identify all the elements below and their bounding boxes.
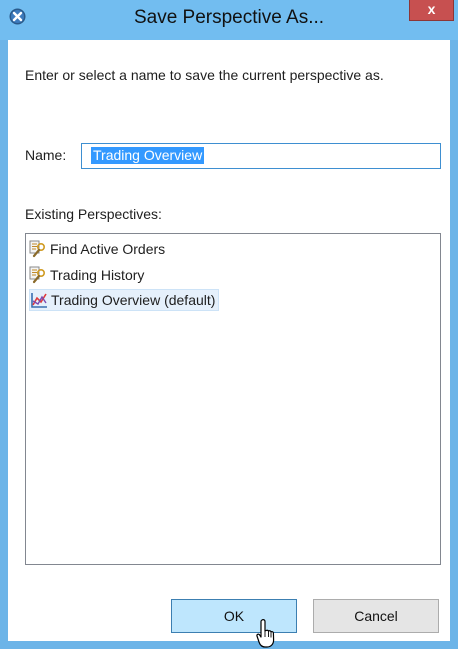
- search-perspective-icon: [29, 266, 46, 283]
- existing-perspectives-label: Existing Perspectives:: [25, 206, 162, 222]
- cancel-button[interactable]: Cancel: [313, 599, 439, 633]
- list-item-label: Trading Overview (default): [51, 292, 216, 308]
- name-input-value: Trading Overview: [91, 147, 205, 164]
- name-input[interactable]: Trading Overview: [81, 143, 441, 169]
- list-item[interactable]: Find Active Orders: [29, 238, 168, 260]
- list-item[interactable]: Trading History: [29, 264, 147, 286]
- mouse-cursor-icon: [256, 619, 275, 648]
- close-button[interactable]: x: [409, 0, 454, 21]
- close-icon: x: [427, 1, 436, 17]
- title-bar[interactable]: Save Perspective As... x: [0, 0, 458, 40]
- existing-perspectives-list[interactable]: Find Active Orders Trading History Tradi…: [25, 233, 441, 565]
- dialog-body: Enter or select a name to save the curre…: [8, 40, 450, 648]
- list-item-selected[interactable]: Trading Overview (default): [29, 289, 220, 311]
- list-item-label: Find Active Orders: [50, 241, 166, 257]
- list-item-label: Trading History: [50, 267, 145, 283]
- save-perspective-dialog: Save Perspective As... x Enter or select…: [0, 0, 458, 649]
- ok-button[interactable]: OK: [171, 599, 297, 633]
- dialog-title: Save Perspective As...: [133, 7, 325, 28]
- chart-perspective-icon: [31, 292, 47, 308]
- name-label: Name:: [25, 147, 67, 163]
- instruction-text: Enter or select a name to save the curre…: [25, 67, 384, 83]
- search-perspective-icon: [29, 240, 46, 257]
